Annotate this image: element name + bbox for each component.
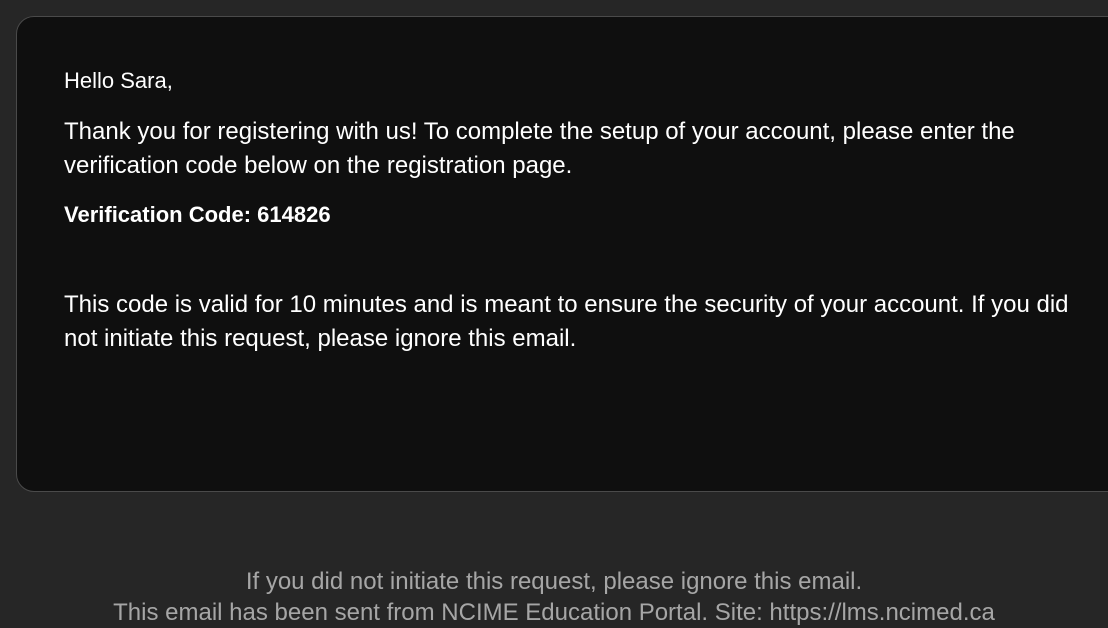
email-message-card: Hello Sara, Thank you for registering wi… bbox=[16, 16, 1108, 492]
email-footer: If you did not initiate this request, pl… bbox=[0, 566, 1108, 628]
footer-sender-info: This email has been sent from NCIME Educ… bbox=[113, 599, 995, 626]
verification-code-line: Verification Code: 614826 bbox=[64, 200, 1108, 230]
verification-code-label: Verification Code: bbox=[64, 202, 252, 227]
email-validity-paragraph: This code is valid for 10 minutes and is… bbox=[64, 291, 1069, 352]
email-greeting: Hello Sara, bbox=[64, 68, 173, 93]
footer-ignore-notice: If you did not initiate this request, pl… bbox=[245, 568, 863, 595]
email-intro-paragraph: Thank you for registering with us! To co… bbox=[64, 118, 1015, 179]
verification-code-value: 614826 bbox=[257, 202, 331, 227]
